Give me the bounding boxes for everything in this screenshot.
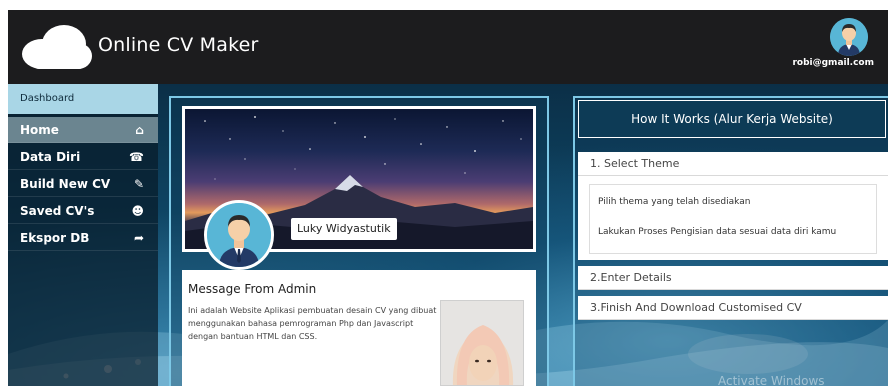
how-it-works-title: How It Works (Alur Kerja Website) (578, 100, 886, 138)
phone-icon: ☎ (129, 150, 144, 164)
edit-icon: ✎ (133, 177, 144, 191)
person-avatar-icon (207, 203, 271, 267)
sidebar-item-home[interactable]: Home ⌂ (8, 117, 158, 143)
sidebar: Dashboard Home ⌂ Data Diri ☎ Build New C… (8, 84, 158, 386)
step-detail-line: Pilih thema yang telah disediakan (598, 197, 751, 207)
profile-name: Luky Widyastutik (291, 218, 397, 240)
sidebar-item-label: Saved CV's (20, 204, 95, 218)
sidebar-item-label: Build New CV (20, 177, 111, 191)
admin-message-card: Message From Admin Ini adalah Website Ap… (182, 270, 536, 386)
sidebar-item-ekspor-db[interactable]: Ekspor DB ➦ (8, 225, 158, 251)
sidebar-item-label: Data Diri (20, 150, 81, 164)
step-detail-line: Lakukan Proses Pengisian data sesuai dat… (598, 227, 837, 237)
message-title: Message From Admin (188, 282, 317, 296)
sidebar-section-dashboard: Dashboard (8, 84, 158, 114)
woman-hijab-photo (441, 301, 523, 385)
sidebar-item-label: Home (20, 123, 59, 137)
user-email[interactable]: robi@gmail.com (792, 58, 874, 68)
admin-photo (440, 300, 524, 386)
step-details-box: Pilih thema yang telah disediakan Lakuka… (589, 184, 877, 254)
sidebar-item-build-new-cv[interactable]: Build New CV ✎ (8, 171, 158, 197)
home-icon: ⌂ (135, 123, 144, 137)
sidebar-item-data-diri[interactable]: Data Diri ☎ (8, 144, 158, 170)
step-finish-download[interactable]: 3.Finish And Download Customised CV (578, 296, 888, 320)
app-window: Online CV Maker robi@gmail.com Dashboard (8, 10, 888, 386)
message-body: Ini adalah Website Aplikasi pembuatan de… (188, 306, 437, 341)
app-title: Online CV Maker (98, 34, 259, 56)
step-select-theme[interactable]: 1. Select Theme (578, 152, 888, 176)
sign-out-icon: ➦ (133, 231, 144, 245)
user-circle-icon: ☻ (131, 204, 144, 218)
step-enter-details[interactable]: 2.Enter Details (578, 266, 888, 290)
user-avatar-icon (830, 18, 868, 56)
cloud-logo-icon (22, 25, 92, 69)
sidebar-item-label: Ekspor DB (20, 231, 90, 245)
profile-avatar (204, 200, 274, 270)
top-header: Online CV Maker robi@gmail.com (8, 10, 888, 84)
user-avatar[interactable] (830, 18, 868, 56)
sidebar-item-saved-cvs[interactable]: Saved CV's ☻ (8, 198, 158, 224)
activate-windows-watermark: Activate Windows (718, 374, 825, 386)
step-select-theme-details: Pilih thema yang telah disediakan Lakuka… (578, 176, 888, 260)
